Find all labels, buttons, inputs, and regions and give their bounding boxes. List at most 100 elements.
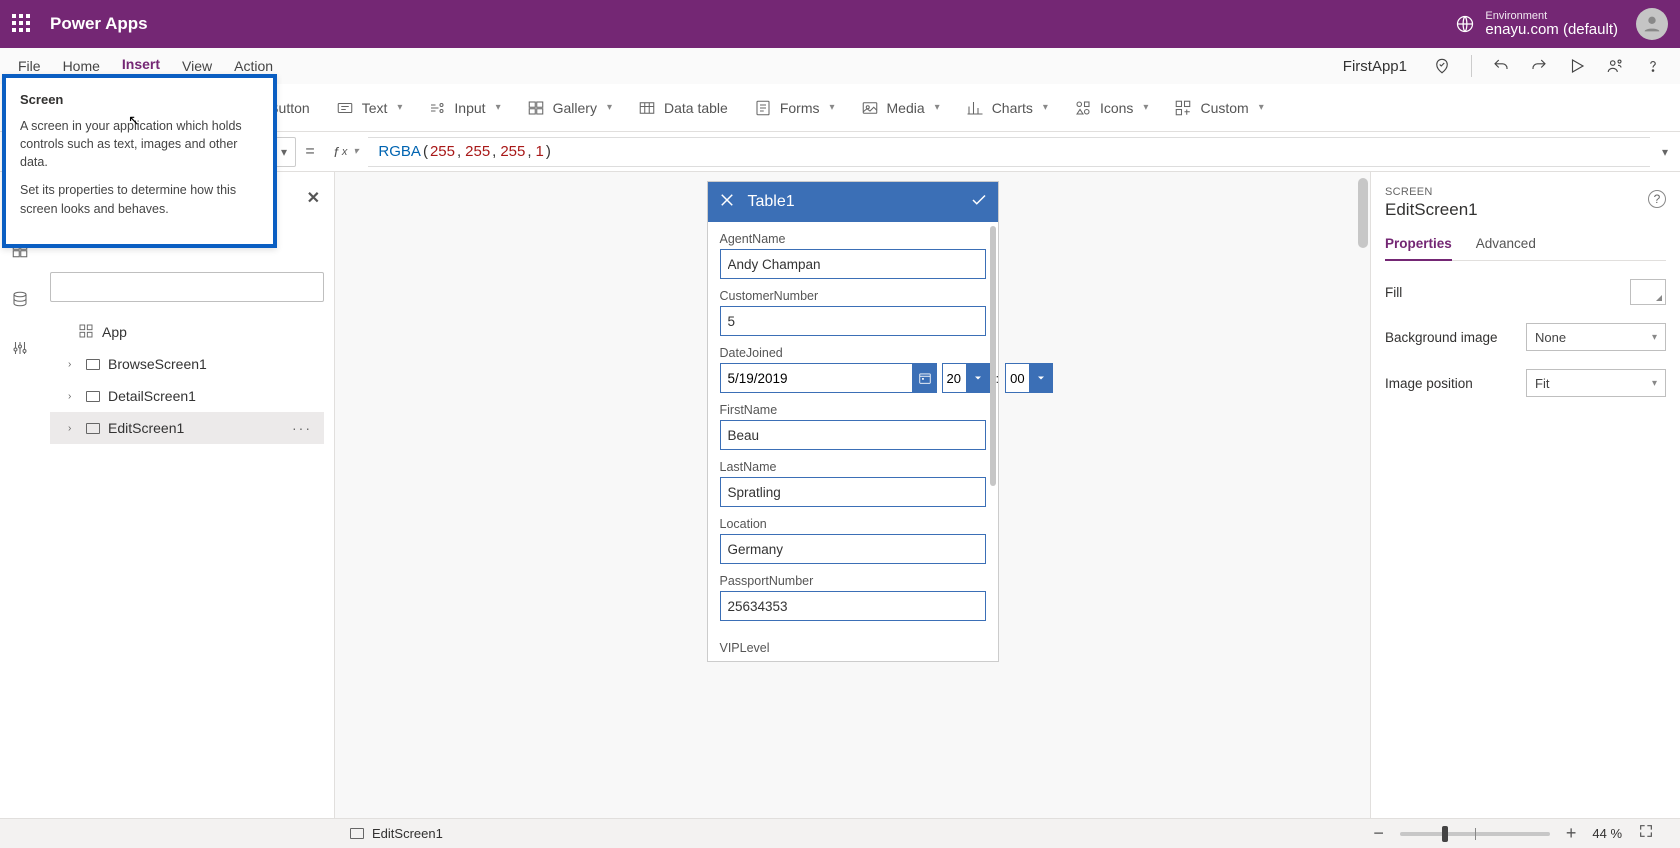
- new-screen-tooltip: Screen A screen in your application whic…: [2, 74, 277, 248]
- share-button[interactable]: [1606, 57, 1624, 75]
- environment-picker[interactable]: Environment enayu.com (default): [1455, 10, 1618, 39]
- play-button[interactable]: [1568, 57, 1586, 75]
- minute-input[interactable]: [1005, 363, 1029, 393]
- zoom-slider[interactable]: [1400, 832, 1550, 836]
- forms-menu[interactable]: Forms▾: [754, 99, 835, 117]
- field-input-location[interactable]: [720, 534, 986, 564]
- screen-icon: [350, 828, 364, 839]
- props-help-icon[interactable]: ?: [1648, 190, 1666, 208]
- icons-menu[interactable]: Icons▾: [1074, 99, 1149, 117]
- props-category: SCREEN: [1385, 186, 1666, 198]
- hour-dropdown-icon[interactable]: [966, 363, 990, 393]
- tooltip-title: Screen: [20, 92, 259, 107]
- calendar-icon[interactable]: [913, 363, 937, 393]
- user-avatar[interactable]: [1636, 8, 1668, 40]
- equals-sign: =: [296, 143, 324, 161]
- tree-close-button[interactable]: ✕: [303, 184, 324, 212]
- chevron-right-icon: ›: [68, 423, 78, 434]
- waffle-icon[interactable]: [12, 14, 32, 34]
- main-area: ✕ App › BrowseScreen1 › DetailScreen1 › …: [0, 172, 1680, 818]
- tooltip-text-2: Set its properties to determine how this…: [20, 181, 259, 217]
- fx-button[interactable]: fx▾: [324, 144, 368, 160]
- hour-input[interactable]: [942, 363, 966, 393]
- undo-button[interactable]: [1492, 57, 1510, 75]
- field-input-lastname[interactable]: [720, 477, 986, 507]
- field-input-customer[interactable]: [720, 306, 986, 336]
- field-label-passport: PassportNumber: [720, 574, 986, 588]
- props-object-name: EditScreen1: [1385, 200, 1666, 220]
- menu-file[interactable]: File: [18, 58, 41, 74]
- separator: [1471, 55, 1472, 77]
- field-label-firstname: FirstName: [720, 403, 986, 417]
- help-button[interactable]: [1644, 57, 1662, 75]
- menu-insert[interactable]: Insert: [122, 56, 160, 76]
- prop-fill-label: Fill: [1385, 285, 1402, 300]
- environment-icon: [1455, 14, 1475, 34]
- cursor-icon: ↖: [128, 112, 140, 129]
- field-input-passport[interactable]: [720, 591, 986, 621]
- tab-advanced[interactable]: Advanced: [1476, 236, 1536, 260]
- tree-item-more[interactable]: ···: [292, 420, 312, 436]
- menu-action[interactable]: Action: [234, 58, 273, 74]
- date-input[interactable]: [720, 363, 913, 393]
- field-input-firstname[interactable]: [720, 420, 986, 450]
- env-label: Environment: [1485, 10, 1618, 22]
- canvas-scrollbar-v[interactable]: [1358, 178, 1368, 805]
- tree-app-label: App: [102, 324, 127, 340]
- redo-button[interactable]: [1530, 57, 1548, 75]
- chevron-right-icon: ›: [68, 359, 78, 370]
- prop-bg-dropdown[interactable]: None▾: [1526, 323, 1666, 351]
- input-menu[interactable]: Input▾: [428, 99, 500, 117]
- custom-menu[interactable]: Custom▾: [1174, 99, 1263, 117]
- prop-pos-dropdown[interactable]: Fit▾: [1526, 369, 1666, 397]
- prop-bg-label: Background image: [1385, 330, 1498, 345]
- zoom-percent: 44 %: [1592, 826, 1622, 841]
- data-table-button[interactable]: Data table: [638, 99, 728, 117]
- zoom-in-button[interactable]: +: [1562, 823, 1581, 844]
- tree-app-node[interactable]: App: [50, 316, 324, 348]
- tools-rail-icon[interactable]: [11, 339, 29, 360]
- field-label-location: Location: [720, 517, 986, 531]
- fit-to-window-button[interactable]: [1634, 823, 1658, 844]
- charts-menu[interactable]: Charts▾: [966, 99, 1048, 117]
- form-title: Table1: [748, 193, 795, 211]
- form-submit-icon[interactable]: [970, 191, 988, 214]
- top-bar: Power Apps Environment enayu.com (defaul…: [0, 0, 1680, 48]
- prop-pos-label: Image position: [1385, 376, 1473, 391]
- field-label-vip: VIPLevel: [708, 637, 998, 661]
- formula-input[interactable]: RGBA(255, 255, 255, 1): [368, 137, 1650, 167]
- tree-item-detail[interactable]: › DetailScreen1: [50, 380, 324, 412]
- menu-home[interactable]: Home: [63, 58, 100, 74]
- left-rail: [0, 172, 40, 818]
- tab-properties[interactable]: Properties: [1385, 236, 1452, 261]
- canvas[interactable]: Table1 AgentName CustomerNumber DateJoin…: [335, 172, 1370, 818]
- screen-icon: [86, 423, 100, 434]
- tree-item-edit[interactable]: › EditScreen1 ···: [50, 412, 324, 444]
- form-scrollbar[interactable]: [990, 226, 996, 486]
- chevron-right-icon: ›: [68, 391, 78, 402]
- prop-fill-swatch[interactable]: [1630, 279, 1666, 305]
- screen-icon: [86, 391, 100, 402]
- screen-icon: [86, 359, 100, 370]
- env-name: enayu.com (default): [1485, 22, 1618, 39]
- product-title: Power Apps: [50, 14, 148, 34]
- app-checker-icon[interactable]: [1433, 57, 1451, 75]
- media-menu[interactable]: Media▾: [861, 99, 940, 117]
- form-cancel-icon[interactable]: [718, 191, 736, 214]
- tree-item-browse[interactable]: › BrowseScreen1: [50, 348, 324, 380]
- tree-search-input[interactable]: [50, 272, 324, 302]
- field-label-customer: CustomerNumber: [720, 289, 986, 303]
- app-preview: Table1 AgentName CustomerNumber DateJoin…: [708, 182, 998, 661]
- zoom-out-button[interactable]: −: [1369, 823, 1388, 844]
- field-input-agent[interactable]: [720, 249, 986, 279]
- text-menu[interactable]: Text▾: [336, 99, 403, 117]
- app-icon: [78, 323, 94, 342]
- data-rail-icon[interactable]: [11, 290, 29, 311]
- field-label-lastname: LastName: [720, 460, 986, 474]
- formula-expand[interactable]: ▾: [1650, 145, 1680, 159]
- field-label-date: DateJoined: [720, 346, 986, 360]
- minute-dropdown-icon[interactable]: [1029, 363, 1053, 393]
- gallery-menu[interactable]: Gallery▾: [527, 99, 612, 117]
- tree-view-panel: ✕ App › BrowseScreen1 › DetailScreen1 › …: [40, 172, 335, 818]
- menu-view[interactable]: View: [182, 58, 212, 74]
